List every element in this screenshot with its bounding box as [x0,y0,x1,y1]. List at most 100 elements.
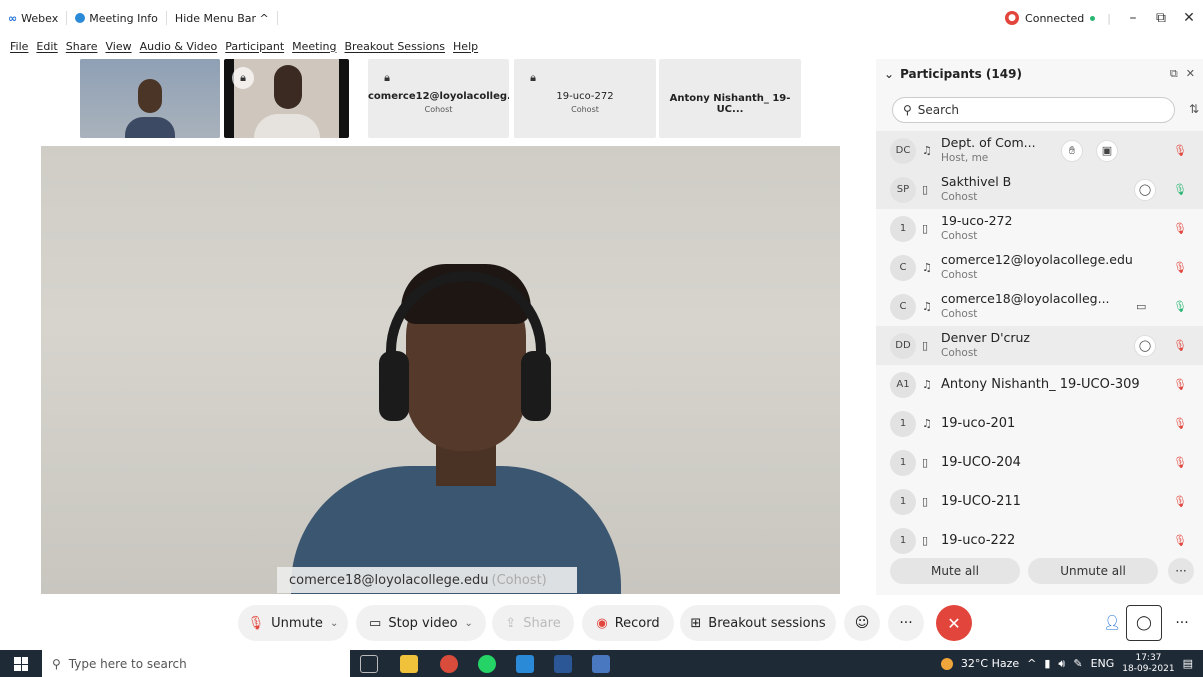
sort-icon[interactable]: ⇅ [1189,102,1199,116]
app-name: Webex [21,11,59,25]
windows-taskbar: ⚲ Type here to search 32°C Haze ^ ▮ 🔊︎ ✎… [0,650,1203,677]
mic-muted-icon[interactable]: 🎙︎ [1173,261,1187,274]
chat-toggle-button[interactable]: ◯ [1126,605,1162,641]
main-video[interactable] [41,146,840,594]
participant-row[interactable]: DD ▯ Denver D'cruz Cohost ◯ 🎙︎ [876,326,1203,365]
breakout-sessions-button[interactable]: ⊞ Breakout sessions [680,605,836,641]
participant-head [274,65,302,109]
filmstrip-participant-5[interactable]: Antony Nishanth_ 19-UC... [659,59,801,138]
chrome-icon[interactable] [440,655,458,673]
avatar: C [890,293,916,320]
raise-hand-icon[interactable]: ✋︎ [1061,139,1083,162]
webex-taskbar-icon[interactable] [516,655,534,673]
pen-icon[interactable]: ✎ [1073,657,1082,670]
menu-help[interactable]: Help [453,40,478,53]
mic-muted-locked-icon[interactable]: 🎙︎ [1173,378,1187,391]
participants-toggle-button[interactable]: 👤︎ [1094,605,1130,641]
headset-icon: ♫ [922,378,932,391]
meeting-info-button[interactable]: Meeting Info [67,11,167,25]
chat-icon[interactable]: ◯ [1134,178,1156,201]
menu-participant[interactable]: Participant [225,40,284,53]
stop-video-button[interactable]: ▭ Stop video ⌄ [356,605,486,641]
menu-share[interactable]: Share [66,40,98,53]
video-camera-icon[interactable]: ▭ [1136,300,1146,313]
share-button[interactable]: ⇪ Share [492,605,574,641]
filmstrip-video-1[interactable] [80,59,220,138]
taskbar-search-input[interactable]: ⚲ Type here to search [42,650,350,677]
task-view-icon[interactable] [360,655,378,673]
panel-more-button[interactable]: ··· [1164,605,1200,641]
network-icon[interactable]: ▮ [1044,657,1050,670]
file-explorer-icon[interactable] [400,655,418,673]
participants-panel: ⌄ Participants (149) ⧉ ✕ ⚲ Search ⇅ DC ♫… [876,59,1203,595]
participants-header[interactable]: ⌄ Participants (149) [884,67,1022,81]
system-tray: 32°C Haze ^ ▮ 🔊︎ ✎ ENG 17:37 18-09-2021 … [940,650,1203,677]
title-bar: ∞ Webex Meeting Info Hide Menu Bar ^ ● C… [0,0,1203,36]
participant-row[interactable]: 1 ▯ 19-UCO-211 🎙︎ [876,482,1203,521]
menu-audio-video[interactable]: Audio & Video [140,40,218,53]
close-panel-icon[interactable]: ✕ [1186,67,1195,81]
webex-app[interactable]: ∞ Webex [0,11,68,25]
more-options-button[interactable]: ··· [888,605,924,641]
participant-row[interactable]: C ♫ comerce18@loyolacolleg... Cohost ▭ 🎙… [876,287,1203,326]
mic-active-icon[interactable]: 🎙︎ [1173,300,1187,313]
filmstrip-participant-3[interactable]: 🔒︎ comerce12@loyolacolleg... Cohost [368,59,509,138]
chevron-down-icon[interactable]: ⌄ [465,618,473,629]
clock[interactable]: 17:37 18-09-2021 [1122,653,1174,675]
connection-status[interactable]: ● Connected [993,11,1107,25]
mic-muted-locked-icon[interactable]: 🎙︎ [1173,495,1187,508]
mute-all-button[interactable]: Mute all [890,558,1020,584]
phone-device-icon: ▯ [922,456,929,469]
participant-search-input[interactable]: ⚲ Search [892,97,1175,123]
whatsapp-icon[interactable] [478,655,496,673]
unmute-button[interactable]: 🎙︎ Unmute ⌄ [238,605,348,641]
chevron-down-icon[interactable]: ⌄ [330,618,338,629]
mic-muted-locked-icon[interactable]: 🎙︎ [1173,456,1187,469]
headphone-left [379,351,409,421]
mic-muted-locked-icon[interactable]: 🎙︎ [1173,417,1187,430]
filmstrip-participant-4[interactable]: 🔒︎ 19-uco-272 Cohost [514,59,656,138]
end-meeting-button[interactable]: ✕ [936,605,972,641]
close-button[interactable]: ✕ [1175,10,1203,26]
mic-muted-locked-icon[interactable]: 🎙︎ [1173,534,1187,547]
mic-muted-icon[interactable]: 🎙︎ [1173,144,1187,157]
mic-active-icon[interactable]: 🎙︎ [1173,183,1187,196]
chevron-up-icon[interactable]: ^ [1027,657,1036,670]
participant-row[interactable]: C ♫ comerce12@loyolacollege.edu Cohost 🎙… [876,248,1203,287]
participant-row[interactable]: 1 ▯ 19-uco-272 Cohost 🎙︎ [876,209,1203,248]
mic-muted-icon[interactable]: 🎙︎ [1173,222,1187,235]
participant-row[interactable]: A1 ♫ Antony Nishanth_ 19-UCO-309 🎙︎ [876,365,1203,404]
minimize-button[interactable]: – [1119,10,1147,26]
participant-figure [125,117,175,138]
smiley-icon: ☺ [854,615,870,631]
menu-breakout-sessions[interactable]: Breakout Sessions [345,40,446,53]
caption-icon[interactable]: ▣ [1096,139,1118,162]
panel-more-options-button[interactable]: ··· [1168,558,1194,584]
participants-icon: 👤︎ [1103,615,1121,631]
participant-row[interactable]: SP ▯ Sakthivel B Cohost ◯ 🎙︎ [876,170,1203,209]
menu-edit[interactable]: Edit [36,40,57,53]
volume-icon[interactable]: 🔊︎ [1058,657,1065,671]
participant-row[interactable]: 1 ▯ 19-UCO-204 🎙︎ [876,443,1203,482]
avatar: DD [890,332,916,359]
restore-button[interactable]: ⧉ [1147,10,1175,26]
participant-row[interactable]: 1 ▯ 19-uco-222 🎙︎ [876,521,1203,560]
record-status-icon: ● [1005,11,1020,25]
filmstrip-video-2[interactable]: 🔒︎ [224,59,349,138]
popout-icon[interactable]: ⧉ [1170,67,1178,81]
participant-row[interactable]: DC ♫ Dept. of Com... Host, me ✋︎ ▣ 🎙︎ [876,131,1203,170]
notifications-icon[interactable]: ▤ [1183,657,1193,670]
record-button[interactable]: ◉ Record [582,605,674,641]
unmute-all-button[interactable]: Unmute all [1028,558,1158,584]
participant-row[interactable]: 1 ♫ 19-uco-201 🎙︎ [876,404,1203,443]
menu-meeting[interactable]: Meeting [292,40,336,53]
menu-file[interactable]: File [10,40,28,53]
menu-view[interactable]: View [105,40,131,53]
hide-menu-bar-button[interactable]: Hide Menu Bar ^ [167,11,278,25]
app-icon[interactable] [592,655,610,673]
word-icon[interactable] [554,655,572,673]
chat-icon[interactable]: ◯ [1134,334,1156,357]
mic-muted-icon[interactable]: 🎙︎ [1173,339,1187,352]
windows-start-icon[interactable] [14,657,28,671]
reactions-button[interactable]: ☺ [844,605,880,641]
